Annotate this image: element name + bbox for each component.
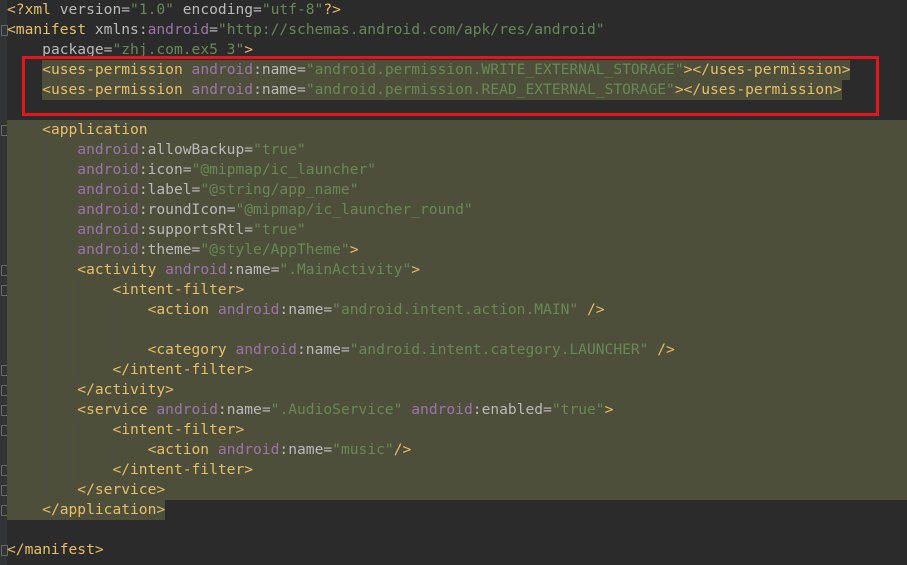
code-line[interactable]: android:allowBackup="true" [7, 140, 305, 160]
code-line[interactable]: </activity> [7, 380, 174, 400]
code-line[interactable]: android:icon="@mipmap/ic_launcher" [7, 160, 376, 180]
code-line[interactable]: <application [7, 120, 147, 140]
editor-gutter[interactable] [0, 0, 7, 565]
code-line[interactable]: <activity android:name=".MainActivity"> [7, 260, 420, 280]
code-line[interactable]: </service> [7, 480, 165, 500]
code-line[interactable]: <action android:name="android.intent.act… [7, 300, 605, 320]
code-line[interactable]: android:roundIcon="@mipmap/ic_launcher_r… [7, 200, 472, 220]
code-line[interactable]: <intent-filter> [7, 420, 244, 440]
code-line[interactable]: </intent-filter> [7, 360, 253, 380]
code-line[interactable]: <intent-filter> [7, 280, 244, 300]
code-line[interactable]: <?xml version="1.0" encoding="utf-8"?> [7, 0, 341, 20]
selection-highlight [7, 320, 907, 340]
code-line[interactable]: <action android:name="music"/> [7, 440, 412, 460]
code-line[interactable]: <service android:name=".AudioService" an… [7, 400, 613, 420]
code-line[interactable]: android:theme="@style/AppTheme"> [7, 240, 358, 260]
code-line[interactable]: android:label="@string/app_name" [7, 180, 358, 200]
code-line[interactable]: </manifest> [7, 540, 104, 560]
code-line[interactable]: </application> [7, 500, 165, 520]
code-line[interactable]: <category android:name="android.intent.c… [7, 340, 675, 360]
code-line[interactable]: </intent-filter> [7, 460, 253, 480]
code-line[interactable]: android:supportsRtl="true" [7, 220, 305, 240]
code-line[interactable]: <manifest xmlns:android="http://schemas.… [7, 20, 605, 40]
annotation-red-box [22, 56, 879, 116]
